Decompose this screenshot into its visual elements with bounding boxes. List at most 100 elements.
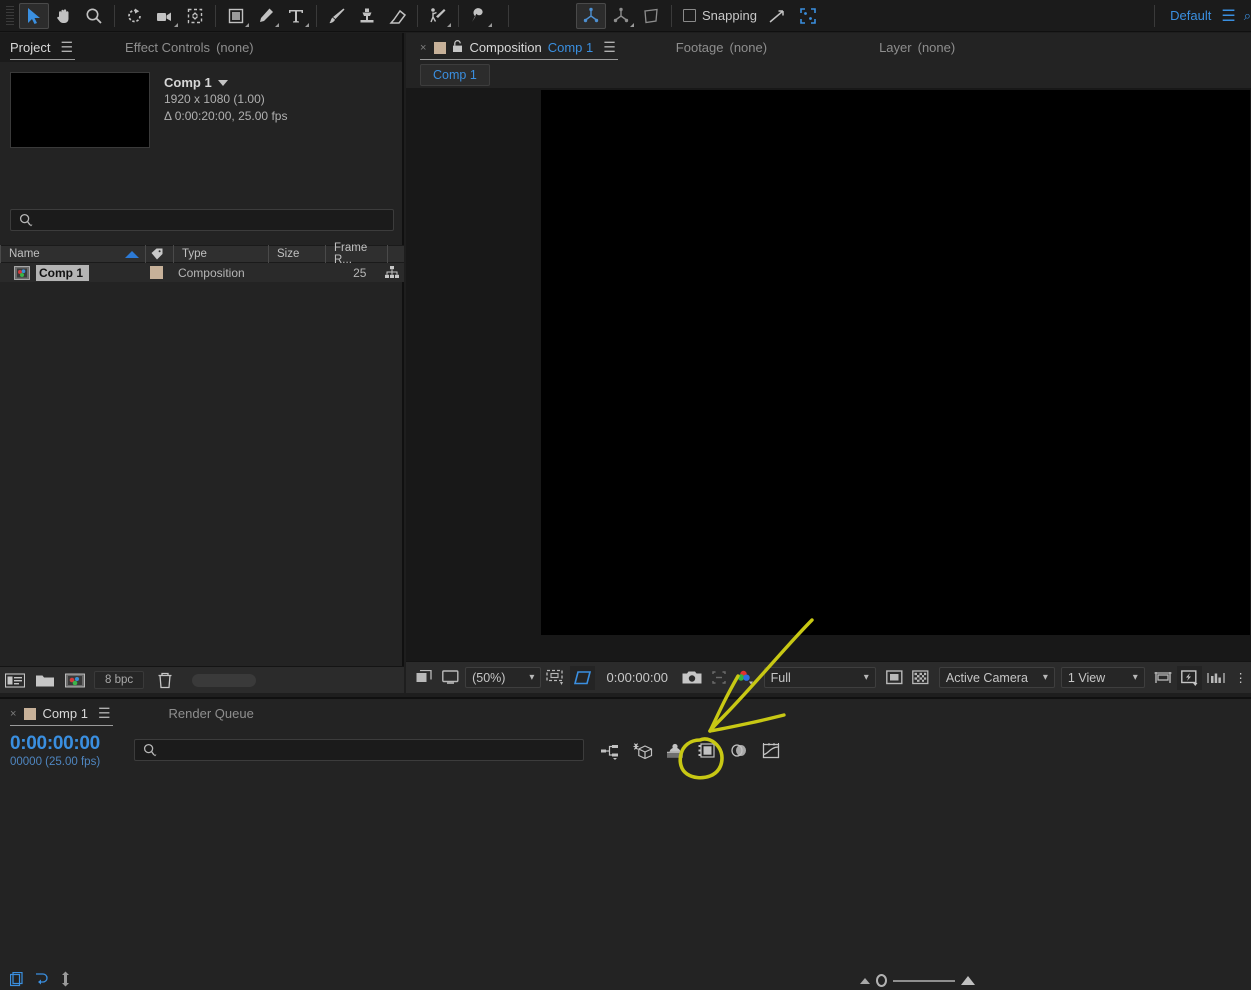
column-header-label[interactable] [145, 245, 173, 263]
toggle-transparency-grid-icon[interactable] [882, 666, 907, 690]
workspace-search-icon[interactable]: ⌕ [1244, 8, 1251, 24]
comp-renderer-icon[interactable] [32, 970, 50, 988]
camera-tool[interactable] [150, 3, 180, 29]
pan-behind-tool[interactable] [180, 3, 210, 29]
subtab-comp1[interactable]: Comp 1 [420, 64, 490, 86]
fast-previews-icon[interactable] [1177, 665, 1202, 690]
hide-shy-layers-button[interactable] [662, 739, 688, 763]
always-preview-icon[interactable] [412, 666, 437, 690]
project-search-input[interactable] [10, 209, 394, 231]
view-axis-mode[interactable] [636, 3, 666, 29]
bit-depth-button[interactable]: 8 bpc [94, 671, 145, 689]
main-viewer-icon[interactable] [439, 666, 464, 690]
type-tool[interactable] [281, 3, 311, 29]
panel-menu-icon[interactable]: ☰ [98, 705, 111, 722]
composition-canvas[interactable] [541, 90, 1250, 635]
timeline-timecode-group[interactable]: 0:00:00:00 00000 (25.00 fps) [10, 733, 100, 768]
hand-tool[interactable] [49, 3, 79, 29]
eraser-tool[interactable] [382, 3, 412, 29]
project-row-swatch[interactable] [143, 266, 170, 279]
zoom-slider-track[interactable] [893, 979, 955, 982]
rotation-tool[interactable] [120, 3, 150, 29]
region-of-interest-icon[interactable] [569, 665, 595, 690]
tab-footage[interactable]: Footage (none) [628, 33, 779, 62]
comp-current-time[interactable]: 0:00:00:00 [597, 670, 678, 685]
project-row-flowchart[interactable] [380, 266, 404, 279]
close-icon[interactable]: × [10, 708, 16, 720]
motion-blur-button[interactable] [726, 739, 752, 763]
rectangle-tool[interactable] [221, 3, 251, 29]
brush-tool[interactable] [322, 3, 352, 29]
timeline-timecode[interactable]: 0:00:00:00 [10, 733, 100, 755]
zoom-slider-knob[interactable] [876, 974, 887, 987]
new-folder-icon[interactable] [30, 667, 60, 694]
lock-icon[interactable] [452, 39, 463, 56]
project-footer-pill[interactable] [192, 673, 257, 687]
toolbar-grip[interactable] [3, 4, 17, 27]
magnification-dropdown[interactable]: (50%) ▾ [465, 667, 542, 688]
comp-bottom-overflow[interactable]: ⋮ [1230, 670, 1251, 685]
table-row[interactable]: Comp 1 Composition 25 [0, 263, 404, 282]
pen-tool[interactable] [251, 3, 281, 29]
zoom-out-icon[interactable] [860, 977, 870, 984]
snapping-arrow-icon[interactable] [763, 3, 793, 29]
column-header-name[interactable]: Name [0, 245, 145, 263]
column-header-framerate[interactable]: Frame R... [325, 242, 387, 266]
interpret-footage-icon[interactable] [0, 667, 30, 694]
graph-editor-button[interactable] [758, 739, 784, 763]
snapping-toggle[interactable]: Snapping [677, 8, 763, 23]
tab-layer[interactable]: Layer (none) [779, 33, 967, 62]
timeline-icon[interactable] [1151, 666, 1176, 690]
project-row-name[interactable]: Comp 1 [0, 264, 143, 281]
take-snapshot-icon[interactable] [680, 666, 705, 690]
toggle-switches-modes-icon[interactable] [8, 970, 26, 988]
toolbar-separator [114, 4, 115, 27]
sort-ascending-icon[interactable] [125, 250, 139, 258]
snapping-bounds-icon[interactable] [793, 3, 823, 29]
project-item-name-row[interactable]: Comp 1 [164, 74, 287, 91]
panel-menu-icon[interactable]: ☰ [60, 39, 73, 56]
puppet-pin-tool[interactable] [464, 3, 494, 29]
snapping-checkbox[interactable] [683, 9, 696, 22]
chevron-down-icon[interactable] [217, 79, 228, 86]
channel-rgb-icon[interactable] [733, 666, 758, 690]
panel-menu-icon[interactable]: ☰ [603, 39, 616, 56]
zoom-tool[interactable] [79, 3, 109, 29]
resolution-dropdown[interactable]: Full ▾ [763, 667, 876, 688]
close-icon[interactable]: × [420, 42, 426, 54]
views-dropdown[interactable]: 1 View ▾ [1060, 667, 1145, 688]
roto-brush-tool[interactable] [423, 3, 453, 29]
camera-dropdown[interactable]: Active Camera ▾ [938, 667, 1055, 688]
tab-comp1-timeline[interactable]: × Comp 1 ☰ [10, 699, 123, 728]
project-item-preview: Comp 1 1920 x 1080 (1.00) Δ 0:00:20:00, … [0, 62, 402, 148]
draft-3d-button[interactable] [630, 739, 656, 763]
show-snapshot-icon[interactable] [707, 666, 732, 690]
new-composition-icon[interactable] [60, 667, 90, 694]
column-header-size[interactable]: Size [268, 245, 325, 263]
stretch-icon[interactable] [56, 970, 74, 988]
composition-mini-flowchart-button[interactable] [598, 739, 624, 763]
selection-tool[interactable] [19, 2, 49, 29]
choose-grid-guides-icon[interactable] [543, 666, 568, 690]
clone-stamp-tool[interactable] [352, 3, 382, 29]
composition-flowchart-icon[interactable] [1204, 666, 1229, 690]
composition-bottom-toolbar: (50%) ▾ 0:00:00:00 Full ▾ Active Camera … [406, 661, 1251, 693]
workspace-default-label[interactable]: Default [1160, 8, 1221, 23]
tab-render-queue[interactable]: Render Queue [123, 699, 266, 728]
timeline-search-input[interactable] [134, 739, 584, 761]
delete-icon[interactable] [150, 667, 180, 694]
project-row-type: Composition [177, 265, 245, 280]
toolbar-separator [671, 4, 672, 27]
frame-blending-button[interactable] [694, 739, 720, 763]
tab-project[interactable]: Project ☰ [10, 33, 85, 62]
world-axis-mode[interactable] [606, 3, 636, 29]
column-header-type[interactable]: Type [173, 245, 268, 263]
label-color-swatch[interactable] [149, 266, 163, 279]
tab-effect-controls[interactable]: Effect Controls (none) [85, 33, 266, 62]
workspace-menu-icon[interactable]: ☰ [1221, 6, 1243, 26]
timeline-zoom-control[interactable] [860, 974, 975, 987]
zoom-in-icon[interactable] [961, 976, 975, 985]
local-axis-mode[interactable] [576, 2, 606, 29]
tab-composition[interactable]: × Composition Comp 1 ☰ [420, 33, 628, 62]
toggle-mask-paths-icon[interactable] [908, 666, 933, 690]
